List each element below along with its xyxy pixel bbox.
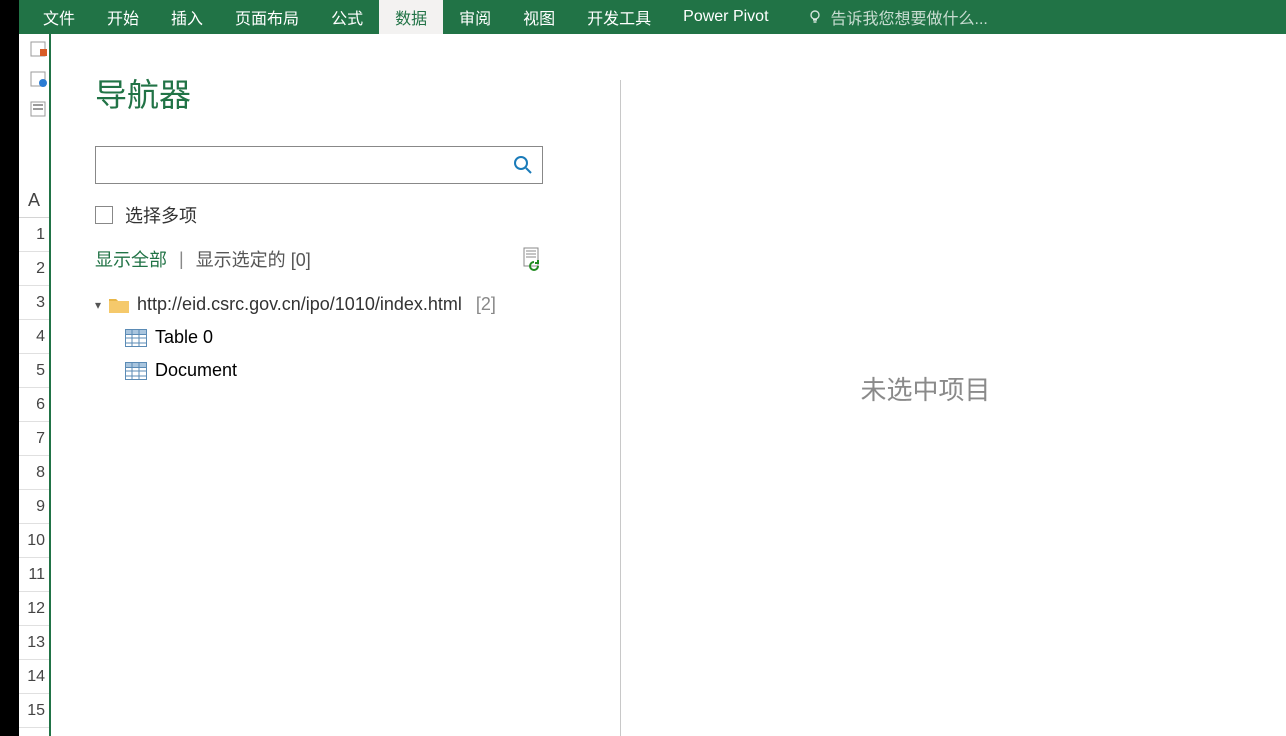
row-header[interactable]: 4 [19, 320, 50, 354]
search-input[interactable] [96, 147, 504, 183]
row-header[interactable]: 13 [19, 626, 50, 660]
tree-root-url: http://eid.csrc.gov.cn/ipo/1010/index.ht… [137, 294, 462, 315]
ribbon-tab-pagelayout[interactable]: 页面布局 [219, 0, 315, 34]
navigator-preview-pane: 未选中项目 [565, 40, 1286, 736]
row-header[interactable]: 15 [19, 694, 50, 728]
ribbon-tab-developer[interactable]: 开发工具 [571, 0, 667, 34]
ribbon-tab-formulas[interactable]: 公式 [315, 0, 379, 34]
ribbon-tab-insert[interactable]: 插入 [155, 0, 219, 34]
ribbon-tab-file[interactable]: 文件 [27, 0, 91, 34]
qat-icon-1[interactable] [30, 40, 48, 58]
tree-view: ▾ http://eid.csrc.gov.cn/ipo/1010/index.… [95, 294, 565, 381]
show-all-link[interactable]: 显示全部 [95, 246, 167, 272]
row-header[interactable]: 10 [19, 524, 50, 558]
search-box[interactable] [95, 146, 543, 184]
pane-divider [49, 34, 51, 736]
search-icon[interactable] [504, 147, 542, 183]
refresh-icon[interactable] [521, 247, 543, 271]
row-header[interactable]: 6 [19, 388, 50, 422]
table-icon [125, 329, 147, 347]
tell-me-placeholder: 告诉我您想要做什么... [831, 5, 988, 29]
navigator-left-pane: 导航器 选择多项 显示全部 | 显示选定的 [0] [55, 40, 565, 736]
vertical-divider [620, 80, 621, 736]
row-header[interactable]: 11 [19, 558, 50, 592]
tell-me-box[interactable]: 告诉我您想要做什么... [807, 5, 988, 29]
no-selection-message: 未选中项目 [860, 370, 990, 407]
window-edge [0, 0, 19, 736]
row-header[interactable]: 7 [19, 422, 50, 456]
ribbon-tab-view[interactable]: 视图 [507, 0, 571, 34]
tree-root-count: [2] [476, 294, 496, 315]
tree-children: Table 0 Document [125, 327, 565, 381]
column-header-a[interactable]: A [19, 184, 49, 218]
filter-separator: | [179, 249, 184, 270]
navigator-dialog: 导航器 选择多项 显示全部 | 显示选定的 [0] [55, 40, 1286, 736]
table-icon [125, 362, 147, 380]
ribbon-tab-data[interactable]: 数据 [379, 0, 443, 34]
row-header[interactable]: 2 [19, 252, 50, 286]
tree-item-label: Table 0 [155, 327, 213, 348]
tree-root-node[interactable]: ▾ http://eid.csrc.gov.cn/ipo/1010/index.… [95, 294, 565, 315]
multi-select-label: 选择多项 [125, 202, 197, 228]
ribbon-tab-powerpivot[interactable]: Power Pivot [667, 0, 784, 34]
tree-item-label: Document [155, 360, 237, 381]
ribbon-tab-review[interactable]: 审阅 [443, 0, 507, 34]
filter-row: 显示全部 | 显示选定的 [0] [95, 246, 543, 272]
bulb-icon [807, 9, 823, 25]
tree-item-table0[interactable]: Table 0 [125, 327, 565, 348]
row-header[interactable]: 12 [19, 592, 50, 626]
folder-icon [109, 297, 129, 313]
ribbon-bar: 文件 开始 插入 页面布局 公式 数据 审阅 视图 开发工具 Power Piv… [19, 0, 1286, 34]
row-header[interactable]: 5 [19, 354, 50, 388]
navigator-title: 导航器 [95, 70, 565, 116]
ribbon-tab-home[interactable]: 开始 [91, 0, 155, 34]
show-selected-link[interactable]: 显示选定的 [0] [196, 246, 311, 272]
row-header[interactable]: 8 [19, 456, 50, 490]
row-header[interactable]: 1 [19, 218, 50, 252]
multi-select-row[interactable]: 选择多项 [95, 202, 565, 228]
qat-icon-2[interactable] [30, 70, 48, 88]
multi-select-checkbox[interactable] [95, 206, 113, 224]
collapse-arrow-icon[interactable]: ▾ [95, 298, 101, 312]
row-header[interactable]: 14 [19, 660, 50, 694]
tree-item-document[interactable]: Document [125, 360, 565, 381]
row-header[interactable]: 9 [19, 490, 50, 524]
row-header[interactable]: 3 [19, 286, 50, 320]
qat-icon-3[interactable] [30, 100, 48, 118]
